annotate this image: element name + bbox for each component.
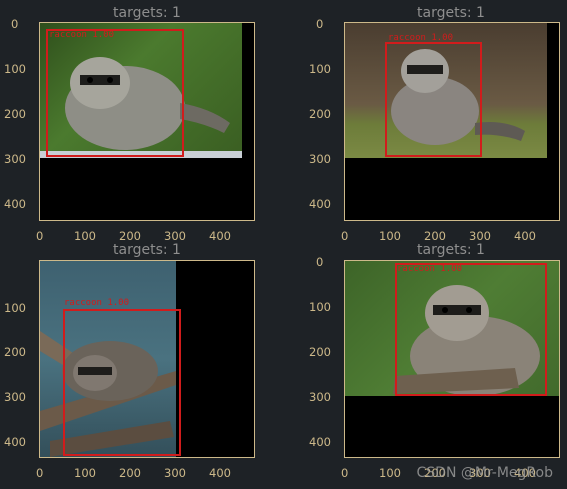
panel-title: targets: 1 xyxy=(113,242,181,258)
x-tick: 400 xyxy=(209,466,231,480)
y-tick: 100 xyxy=(309,300,331,314)
x-tick: 200 xyxy=(424,229,446,243)
y-tick: 200 xyxy=(4,107,26,121)
box-label: raccoon 1.00 xyxy=(49,30,115,40)
y-tick: 300 xyxy=(4,152,26,166)
y-tick: 300 xyxy=(4,390,26,404)
panel-title: targets: 1 xyxy=(417,5,485,21)
y-tick: 400 xyxy=(4,197,26,211)
y-tick: 100 xyxy=(309,62,331,76)
x-tick: 0 xyxy=(36,466,44,480)
x-tick: 0 xyxy=(341,466,349,480)
y-tick: 0 xyxy=(316,17,324,31)
x-tick: 200 xyxy=(119,229,141,243)
panel-title: targets: 1 xyxy=(113,5,181,21)
bounding-box xyxy=(46,29,184,157)
y-tick: 200 xyxy=(4,345,26,359)
y-tick: 100 xyxy=(4,301,26,315)
bounding-box xyxy=(385,42,482,157)
x-tick: 100 xyxy=(379,229,401,243)
x-tick: 300 xyxy=(164,229,186,243)
x-tick: 100 xyxy=(74,466,96,480)
y-tick: 400 xyxy=(309,197,331,211)
y-tick: 200 xyxy=(309,107,331,121)
x-tick: 0 xyxy=(36,229,44,243)
x-tick: 300 xyxy=(469,229,491,243)
box-label: raccoon 1.00 xyxy=(388,33,454,43)
image-axes: raccoon 1.00 xyxy=(344,22,560,221)
watermark: CSDN @Mr-MegRob xyxy=(416,465,554,481)
y-tick: 400 xyxy=(4,435,26,449)
y-tick: 300 xyxy=(309,152,331,166)
panel-title: targets: 1 xyxy=(417,242,485,258)
bounding-box xyxy=(395,263,547,396)
x-tick: 400 xyxy=(514,229,536,243)
image-axes: raccoon 1.00 xyxy=(39,22,255,221)
x-tick: 300 xyxy=(164,466,186,480)
image-axes: raccoon 1.00 xyxy=(344,260,560,458)
box-label: raccoon 1.00 xyxy=(64,298,130,308)
y-tick: 200 xyxy=(309,345,331,359)
y-tick: 300 xyxy=(309,390,331,404)
x-tick: 0 xyxy=(341,229,349,243)
x-tick: 100 xyxy=(74,229,96,243)
box-label: raccoon 1.00 xyxy=(397,264,463,274)
bounding-box xyxy=(63,309,181,456)
y-tick: 100 xyxy=(4,62,26,76)
y-tick: 0 xyxy=(316,255,324,269)
image-axes: raccoon 1.00 xyxy=(39,260,255,458)
x-tick: 400 xyxy=(209,229,231,243)
x-tick: 200 xyxy=(119,466,141,480)
x-tick: 100 xyxy=(379,466,401,480)
y-tick: 0 xyxy=(11,17,19,31)
y-tick: 400 xyxy=(309,435,331,449)
